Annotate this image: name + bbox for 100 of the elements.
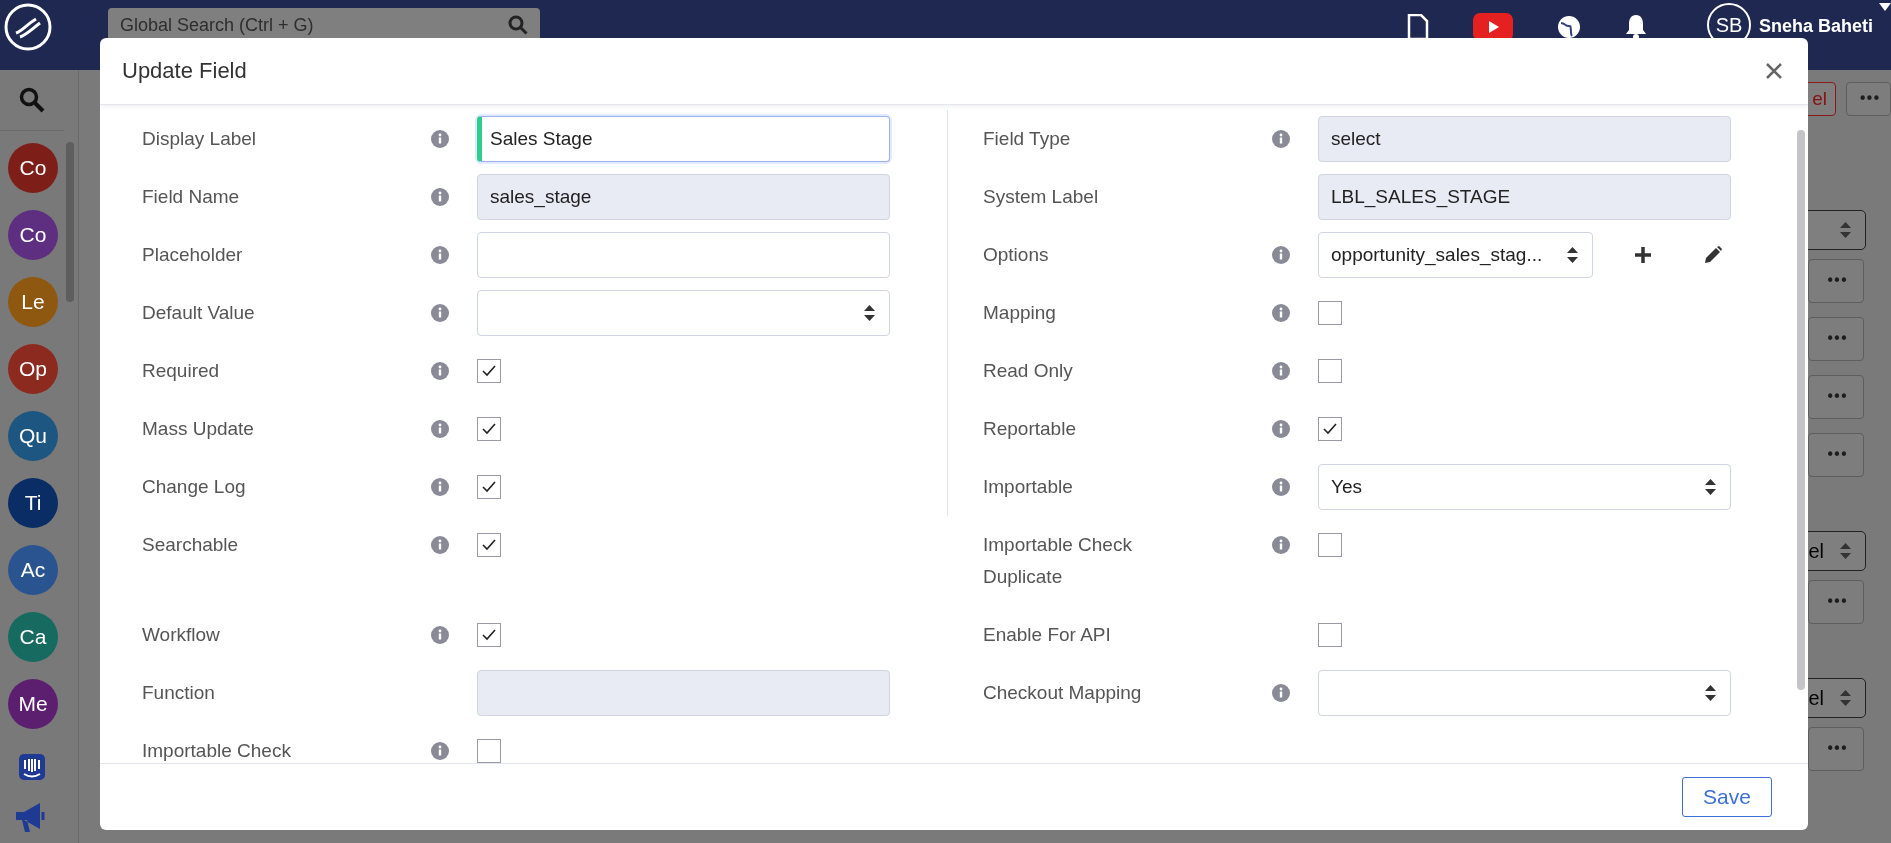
logo-icon[interactable] — [4, 3, 52, 51]
info-icon — [1272, 246, 1290, 264]
field-label: Searchable — [142, 533, 240, 557]
checkbox[interactable] — [1318, 623, 1342, 647]
field-label: Placeholder — [142, 243, 244, 267]
chat-icon[interactable] — [18, 753, 46, 781]
module-avatar[interactable]: Ac — [8, 545, 58, 595]
more-button[interactable]: ••• — [1808, 433, 1864, 477]
check-icon — [482, 423, 496, 435]
info-icon — [1272, 304, 1290, 322]
scrollbar[interactable] — [66, 142, 74, 302]
search-icon[interactable] — [19, 87, 45, 113]
info-icon — [1272, 130, 1290, 148]
field-label: Field Type — [983, 127, 1072, 151]
check-icon — [1323, 423, 1337, 435]
scrollbar[interactable] — [1797, 130, 1805, 690]
field-label: Importable Check Duplicate — [983, 533, 1133, 589]
caret-icon — [1879, 3, 1891, 11]
module-avatar[interactable]: Co — [8, 143, 58, 193]
save-button[interactable]: Save — [1682, 777, 1772, 817]
info-icon — [1272, 684, 1290, 702]
bell-icon[interactable] — [1624, 14, 1647, 40]
globe-icon[interactable] — [1556, 15, 1581, 39]
sort-arrows-icon — [1840, 222, 1851, 238]
user-name[interactable]: Sneha Baheti — [1758, 16, 1873, 37]
check-icon — [482, 481, 496, 493]
info-icon — [431, 130, 449, 148]
info-icon — [431, 626, 449, 644]
checkbox[interactable] — [477, 739, 501, 763]
checkbox[interactable] — [1318, 359, 1342, 383]
checkbox[interactable] — [477, 623, 501, 647]
select-field[interactable]: opportunity_sales_stag... — [1318, 232, 1593, 278]
info-icon — [1272, 420, 1290, 438]
info-icon — [431, 742, 449, 760]
module-avatar[interactable]: Me — [8, 679, 58, 729]
more-button[interactable]: ••• — [1808, 580, 1864, 624]
checkbox[interactable] — [477, 533, 501, 557]
info-icon — [1272, 536, 1290, 554]
checkbox[interactable] — [1318, 417, 1342, 441]
field-label: Function — [142, 681, 216, 705]
more-button[interactable]: ••• — [1846, 82, 1891, 116]
checkbox[interactable] — [477, 475, 501, 499]
module-avatar[interactable]: Op — [8, 344, 58, 394]
module-avatar[interactable]: Qu — [8, 411, 58, 461]
module-avatar[interactable]: Ca — [8, 612, 58, 662]
select-field[interactable] — [1318, 670, 1731, 716]
check-icon — [482, 539, 496, 551]
sort-arrows-icon — [1705, 479, 1716, 495]
text-field[interactable]: Sales Stage — [477, 116, 890, 162]
info-icon — [431, 478, 449, 496]
sort-arrows-icon — [1840, 690, 1851, 706]
text-field[interactable] — [477, 232, 890, 278]
select-field[interactable] — [477, 290, 890, 336]
info-icon — [431, 362, 449, 380]
field-label: Importable Check — [142, 739, 292, 763]
more-button[interactable]: ••• — [1808, 317, 1864, 361]
field-label: Mass Update — [142, 417, 255, 441]
info-icon — [1272, 362, 1290, 380]
readonly-field: select — [1318, 116, 1731, 162]
sort-arrows-icon — [1705, 685, 1716, 701]
checkbox[interactable] — [477, 417, 501, 441]
checkbox[interactable] — [1318, 301, 1342, 325]
select-field[interactable]: Yes — [1318, 464, 1731, 510]
field-label: Mapping — [983, 301, 1057, 325]
video-play-icon[interactable] — [1472, 13, 1513, 41]
readonly-field: LBL_SALES_STAGE — [1318, 174, 1731, 220]
field-label: Change Log — [142, 475, 247, 499]
module-avatar[interactable]: Co — [8, 210, 58, 260]
field-label: Required — [142, 359, 221, 383]
info-icon — [1272, 478, 1290, 496]
field-label: Options — [983, 243, 1050, 267]
close-icon[interactable] — [1764, 61, 1784, 81]
module-avatar[interactable]: Ti — [8, 478, 58, 528]
more-button[interactable]: ••• — [1808, 727, 1864, 771]
field-label: Importable — [983, 475, 1074, 499]
sort-arrows-icon — [864, 305, 875, 321]
more-button[interactable]: ••• — [1808, 375, 1864, 419]
readonly-field: sales_stage — [477, 174, 890, 220]
field-label: Checkout Mapping — [983, 681, 1143, 705]
field-label: Field Name — [142, 185, 241, 209]
field-label: Display Label — [142, 127, 258, 151]
sort-arrows-icon — [1567, 247, 1578, 263]
field-label: Default Value — [142, 301, 256, 325]
dialog-title: Update Field — [122, 58, 247, 84]
more-button[interactable]: ••• — [1808, 259, 1864, 303]
field-label: Read Only — [983, 359, 1074, 383]
field-label: System Label — [983, 185, 1100, 209]
sort-arrows-icon — [1840, 543, 1851, 559]
check-icon — [482, 365, 496, 377]
info-icon — [431, 188, 449, 206]
info-icon — [431, 304, 449, 322]
check-icon — [482, 629, 496, 641]
checkbox[interactable] — [477, 359, 501, 383]
info-icon — [431, 246, 449, 264]
info-icon — [431, 536, 449, 554]
info-icon — [431, 420, 449, 438]
module-avatar[interactable]: Le — [8, 277, 58, 327]
field-label: Workflow — [142, 623, 221, 647]
checkbox[interactable] — [1318, 533, 1342, 557]
search-icon — [508, 15, 528, 35]
